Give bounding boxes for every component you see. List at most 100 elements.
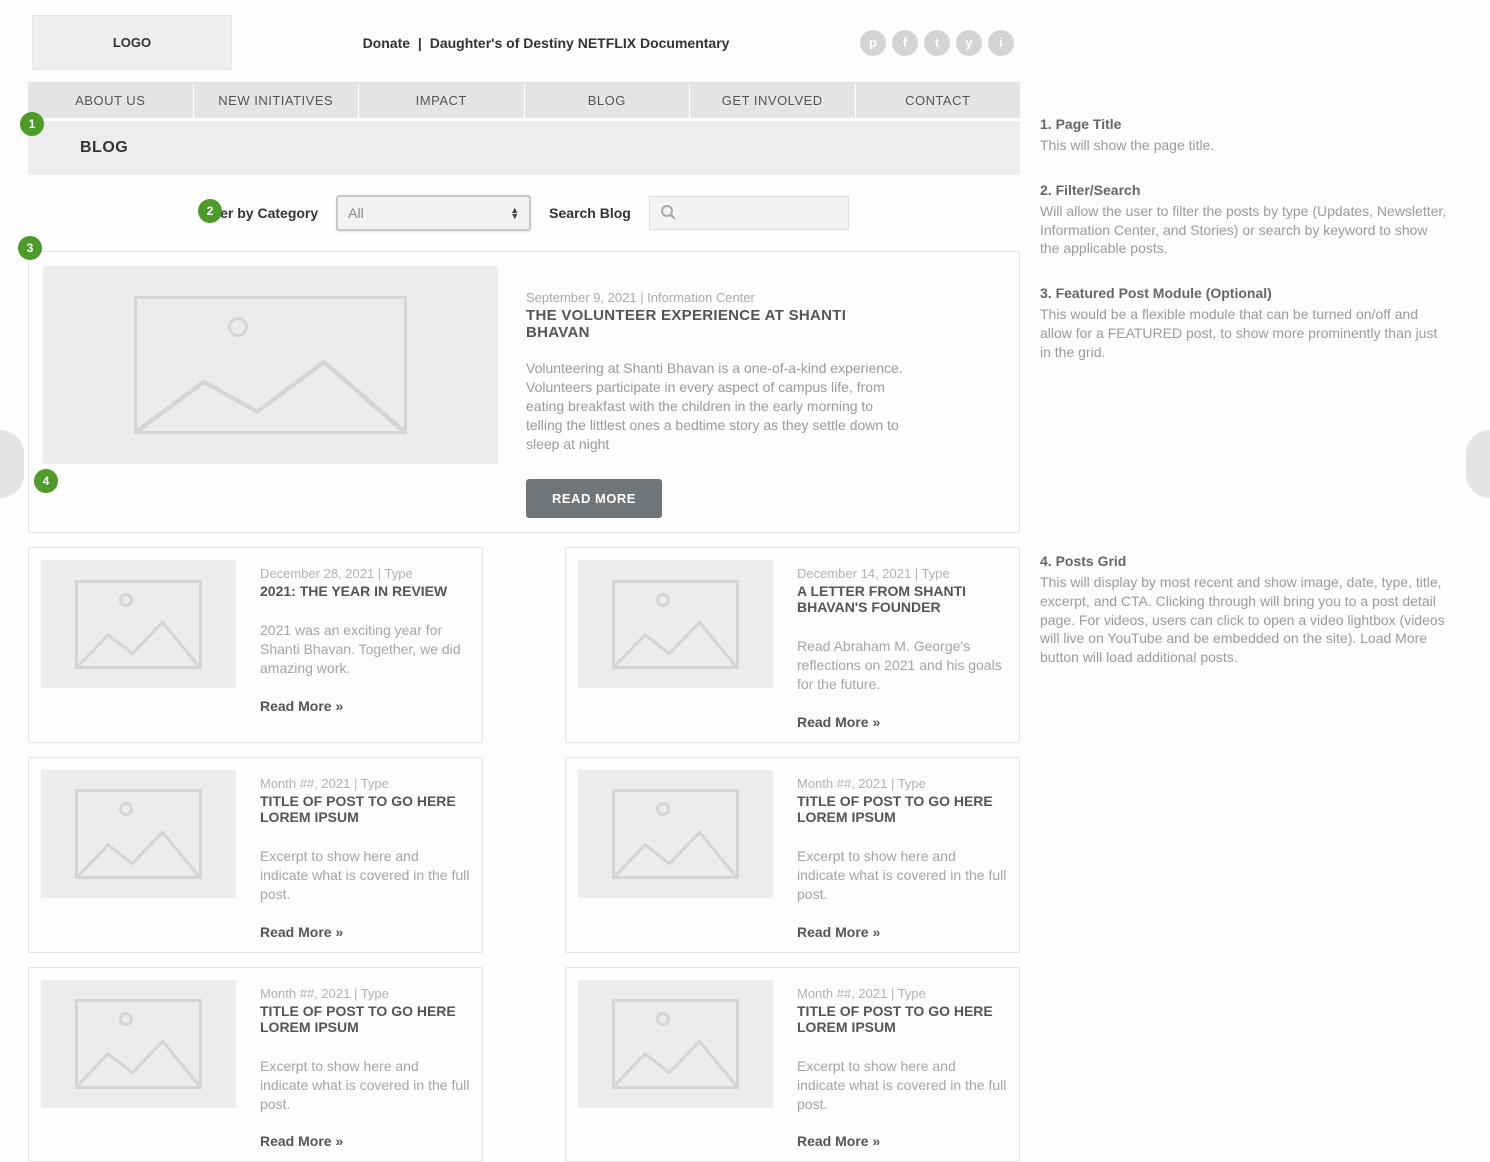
featured-post: September 9, 2021 | Information Center T… [28, 251, 1020, 533]
pinterest-icon[interactable]: p [860, 30, 886, 56]
annotation-badge-1: 1 [20, 112, 44, 136]
post-excerpt: Excerpt to show here and indicate what i… [797, 847, 1007, 904]
post-body: December 28, 2021 | Type 2021: THE YEAR … [260, 560, 470, 730]
annotation-badge-4: 4 [34, 469, 58, 493]
post-body: Month ##, 2021 | Type TITLE OF POST TO G… [260, 770, 470, 940]
post-excerpt: Excerpt to show here and indicate what i… [797, 1057, 1007, 1114]
page-title: BLOG [28, 118, 1020, 175]
post-image-placeholder[interactable] [41, 560, 236, 688]
twitter-icon[interactable]: t [924, 30, 950, 56]
post-title: TITLE OF POST TO GO HERE LOREM IPSUM [797, 793, 1007, 825]
nav-about-us[interactable]: ABOUT US [28, 83, 194, 118]
post-body: Month ##, 2021 | Type TITLE OF POST TO G… [797, 770, 1007, 940]
annotation-1: 1. Page Title This will show the page ti… [1040, 115, 1450, 155]
post-card: Month ##, 2021 | Type TITLE OF POST TO G… [565, 757, 1020, 953]
annotation-body: This will show the page title. [1040, 136, 1450, 155]
image-placeholder-icon [75, 789, 202, 879]
post-title: TITLE OF POST TO GO HERE LOREM IPSUM [797, 1003, 1007, 1035]
post-excerpt: Excerpt to show here and indicate what i… [260, 847, 470, 904]
post-image-placeholder[interactable] [578, 560, 773, 688]
image-placeholder-icon [612, 580, 739, 670]
post-excerpt: 2021 was an exciting year for Shanti Bha… [260, 621, 470, 678]
post-image-placeholder[interactable] [578, 770, 773, 898]
image-placeholder-icon [612, 999, 739, 1089]
select-arrows-icon: ▲▼ [510, 207, 519, 219]
post-title: TITLE OF POST TO GO HERE LOREM IPSUM [260, 1003, 470, 1035]
post-image-placeholder[interactable] [41, 770, 236, 898]
image-placeholder-icon [75, 580, 202, 670]
donate-link[interactable]: Donate [363, 35, 410, 51]
post-read-more-link[interactable]: Read More » [797, 924, 1007, 940]
carousel-next-stub[interactable] [1466, 430, 1490, 498]
featured-meta: September 9, 2021 | Information Center [526, 290, 905, 305]
search-label: Search Blog [549, 205, 631, 221]
search-icon [660, 204, 676, 223]
annotation-title: 3. Featured Post Module (Optional) [1040, 284, 1450, 303]
posts-grid: December 28, 2021 | Type 2021: THE YEAR … [28, 547, 1020, 1162]
post-meta: December 28, 2021 | Type [260, 566, 470, 581]
post-read-more-link[interactable]: Read More » [797, 714, 1007, 730]
annotation-title: 4. Posts Grid [1040, 552, 1450, 571]
category-select[interactable]: All ▲▼ [336, 195, 531, 231]
post-title: 2021: THE YEAR IN REVIEW [260, 583, 470, 599]
featured-excerpt: Volunteering at Shanti Bhavan is a one-o… [526, 359, 905, 453]
post-read-more-link[interactable]: Read More » [260, 698, 470, 714]
post-title: A LETTER FROM SHANTI BHAVAN'S FOUNDER [797, 583, 1007, 615]
featured-body: September 9, 2021 | Information Center T… [526, 266, 1005, 518]
post-body: Month ##, 2021 | Type TITLE OF POST TO G… [260, 980, 470, 1150]
featured-title: THE VOLUNTEER EXPERIENCE AT SHANTI BHAVA… [526, 307, 905, 341]
annotation-body: This will display by most recent and sho… [1040, 573, 1450, 667]
instagram-icon[interactable]: i [988, 30, 1014, 56]
logo[interactable]: LOGO [32, 15, 232, 70]
annotation-badge-2: 2 [198, 199, 222, 223]
nav-impact[interactable]: IMPACT [359, 83, 525, 118]
header-links: Donate | Daughter's of Destiny NETFLIX D… [232, 35, 860, 51]
annotation-title: 2. Filter/Search [1040, 181, 1450, 200]
post-read-more-link[interactable]: Read More » [797, 1133, 1007, 1149]
social-icons: p f t y i [860, 30, 1020, 56]
nav-contact[interactable]: CONTACT [856, 83, 1021, 118]
youtube-icon[interactable]: y [956, 30, 982, 56]
nav-get-involved[interactable]: GET INVOLVED [690, 83, 856, 118]
annotations-sidebar: 1. Page Title This will show the page ti… [1020, 0, 1490, 1162]
image-placeholder-icon [612, 789, 739, 879]
post-title: TITLE OF POST TO GO HERE LOREM IPSUM [260, 793, 470, 825]
image-placeholder-icon [134, 296, 407, 435]
search-input[interactable] [649, 196, 849, 230]
annotation-2: 2. Filter/Search Will allow the user to … [1040, 181, 1450, 259]
nav-new-initiatives[interactable]: NEW INITIATIVES [194, 83, 360, 118]
featured-read-more-button[interactable]: READ MORE [526, 479, 662, 518]
header: LOGO Donate | Daughter's of Destiny NETF… [28, 0, 1020, 82]
post-meta: Month ##, 2021 | Type [260, 776, 470, 791]
post-meta: December 14, 2021 | Type [797, 566, 1007, 581]
category-selected-value: All [348, 205, 364, 221]
post-read-more-link[interactable]: Read More » [260, 1133, 470, 1149]
post-card: Month ##, 2021 | Type TITLE OF POST TO G… [565, 967, 1020, 1162]
annotation-badge-3: 3 [18, 236, 42, 260]
annotation-4: 4. Posts Grid This will display by most … [1040, 552, 1450, 667]
featured-image-placeholder[interactable] [43, 266, 498, 464]
link-separator: | [418, 35, 422, 51]
post-read-more-link[interactable]: Read More » [260, 924, 470, 940]
post-body: December 14, 2021 | Type A LETTER FROM S… [797, 560, 1007, 730]
annotation-title: 1. Page Title [1040, 115, 1450, 134]
nav-blog[interactable]: BLOG [525, 83, 691, 118]
post-body: Month ##, 2021 | Type TITLE OF POST TO G… [797, 980, 1007, 1150]
post-excerpt: Excerpt to show here and indicate what i… [260, 1057, 470, 1114]
documentary-link[interactable]: Daughter's of Destiny NETFLIX Documentar… [430, 35, 730, 51]
main-column: LOGO Donate | Daughter's of Destiny NETF… [0, 0, 1020, 1162]
post-meta: Month ##, 2021 | Type [260, 986, 470, 1001]
filter-row: Filter by Category All ▲▼ Search Blog [28, 175, 1020, 251]
annotation-body: This would be a flexible module that can… [1040, 305, 1450, 362]
post-card: Month ##, 2021 | Type TITLE OF POST TO G… [28, 757, 483, 953]
annotation-body: Will allow the user to filter the posts … [1040, 202, 1450, 259]
annotation-3: 3. Featured Post Module (Optional) This … [1040, 284, 1450, 362]
post-card: Month ##, 2021 | Type TITLE OF POST TO G… [28, 967, 483, 1162]
facebook-icon[interactable]: f [892, 30, 918, 56]
post-image-placeholder[interactable] [41, 980, 236, 1108]
post-excerpt: Read Abraham M. George's reflections on … [797, 637, 1007, 694]
image-placeholder-icon [75, 999, 202, 1089]
post-meta: Month ##, 2021 | Type [797, 986, 1007, 1001]
main-nav: ABOUT US NEW INITIATIVES IMPACT BLOG GET… [28, 82, 1020, 118]
post-image-placeholder[interactable] [578, 980, 773, 1108]
